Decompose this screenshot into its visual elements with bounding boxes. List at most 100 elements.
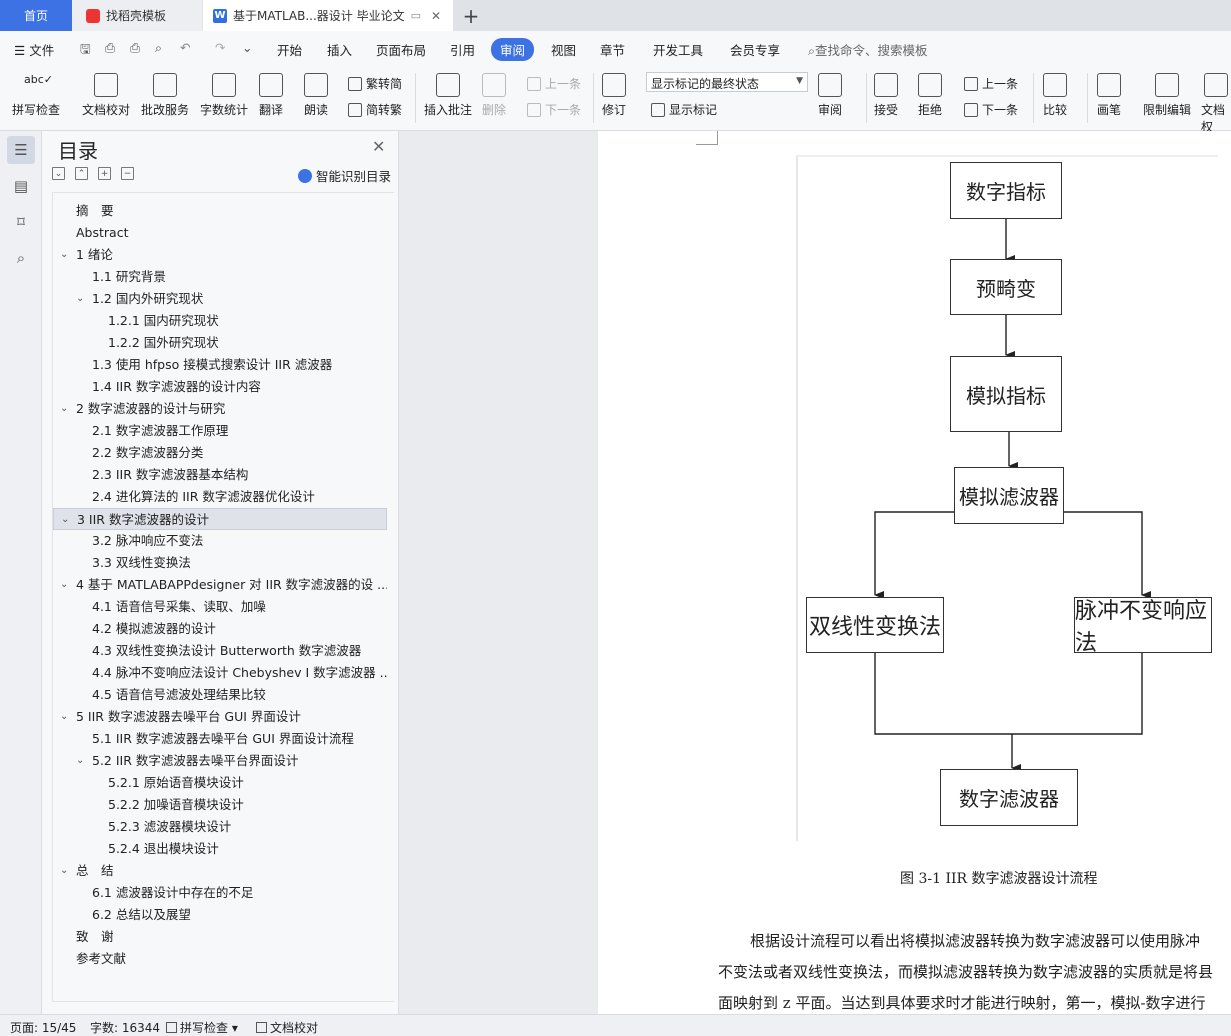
toc-item[interactable]: 3.2 脉冲响应不变法 <box>53 530 387 552</box>
save-icon[interactable]: 🖫 <box>80 40 91 61</box>
toc-item[interactable]: ⌄ 5.2 IIR 数字滤波器去噪平台界面设计 <box>53 750 387 772</box>
chevron-down-icon[interactable]: ⌄ <box>61 509 69 529</box>
pen-button[interactable]: 画笔 <box>1097 73 1121 118</box>
toc-item[interactable]: 致 谢 <box>53 926 387 948</box>
read-aloud-button[interactable]: 朗读 <box>304 73 328 118</box>
chevron-down-icon[interactable]: ⌄ <box>76 288 84 310</box>
reject-button[interactable]: 拒绝 <box>918 73 942 118</box>
toc-item[interactable]: 4.2 模拟滤波器的设计 <box>53 618 387 640</box>
toc-item[interactable]: 5.2.2 加噪语音模块设计 <box>53 794 387 816</box>
toc-item[interactable]: 2.3 IIR 数字滤波器基本结构 <box>53 464 387 486</box>
review-pane-button[interactable]: 审阅 <box>818 73 842 118</box>
toc-item[interactable]: 1.2.2 国外研究现状 <box>53 332 387 354</box>
expand-down-icon[interactable]: ⌄ <box>52 167 65 180</box>
toc-item[interactable]: 5.2.4 退出模块设计 <box>53 838 387 860</box>
toc-item[interactable]: 4.5 语音信号滤波处理结果比较 <box>53 684 387 706</box>
show-marks-button[interactable]: 显示标记 <box>651 101 717 118</box>
doc-proof-button[interactable]: 文档校对 <box>82 73 130 118</box>
new-tab-button[interactable]: + <box>458 0 484 31</box>
toc-item[interactable]: 2.1 数字滤波器工作原理 <box>53 420 387 442</box>
command-search[interactable]: ⌕查找命令、搜索模板 <box>808 40 928 59</box>
tab-templates[interactable]: 找稻壳模板 <box>72 0 202 31</box>
toc-item[interactable]: Abstract <box>53 222 387 244</box>
compare-button[interactable]: 比较 <box>1043 73 1067 118</box>
expand-all-icon[interactable]: + <box>98 167 111 180</box>
page-indicator[interactable]: 页面: 15/45 <box>10 1019 76 1036</box>
toc-item[interactable]: ⌄ 总 结 <box>53 860 387 882</box>
close-icon[interactable]: ✕ <box>372 137 385 156</box>
export-icon[interactable]: ⎙ <box>105 40 115 56</box>
menu-start[interactable]: 开始 <box>277 40 302 59</box>
toc-item[interactable]: 6.1 滤波器设计中存在的不足 <box>53 882 387 904</box>
word-count-status[interactable]: 字数: 16344 <box>90 1019 160 1036</box>
toc-item[interactable]: 1.2.1 国内研究现状 <box>53 310 387 332</box>
doc-permission-button[interactable]: 文档权 <box>1201 73 1231 135</box>
toc-item[interactable]: 参考文献 <box>53 948 387 970</box>
toc-item[interactable]: ⌄ 1.2 国内外研究现状 <box>53 288 387 310</box>
undo-icon[interactable]: ↶ <box>180 40 190 55</box>
batch-service-button[interactable]: 批改服务 <box>141 73 189 118</box>
toc-item[interactable]: 6.2 总结以及展望 <box>53 904 387 926</box>
toc-item[interactable]: 4.4 脉冲不变响应法设计 Chebyshev I 数字滤波器 ... <box>53 662 387 684</box>
toc-item[interactable]: ⌄ 2 数字滤波器的设计与研究 <box>53 398 387 420</box>
toc-item[interactable]: 1.4 IIR 数字滤波器的设计内容 <box>53 376 387 398</box>
insert-comment-button[interactable]: 插入批注 <box>424 73 472 118</box>
menu-devtools[interactable]: 开发工具 <box>653 40 703 59</box>
delete-comment-button[interactable]: 删除 <box>482 73 506 118</box>
bookmark-icon[interactable]: ⌑ <box>10 211 32 233</box>
chevron-down-icon[interactable]: ⌄ <box>60 244 68 266</box>
toc-item[interactable]: 摘 要 <box>53 200 387 222</box>
spell-check-button[interactable]: abc✓ 拼写检查 <box>12 73 60 118</box>
toc-item[interactable]: ⌄ 1 绪论 <box>53 244 387 266</box>
toc-item[interactable]: ⌄ 3 IIR 数字滤波器的设计 <box>53 508 387 530</box>
collapse-up-icon[interactable]: ⌃ <box>75 167 88 180</box>
menu-references[interactable]: 引用 <box>450 40 475 59</box>
translate-button[interactable]: 翻译 <box>259 73 283 118</box>
toc-item[interactable]: 4.3 双线性变换法设计 Butterworth 数字滤波器 <box>53 640 387 662</box>
doc-proof-status[interactable]: 文档校对 <box>256 1019 318 1036</box>
print-icon[interactable]: ⎙ <box>130 40 140 56</box>
tab-home[interactable]: 首页 <box>0 0 72 31</box>
chevron-down-icon[interactable]: ⌄ <box>76 750 84 772</box>
accept-button[interactable]: 接受 <box>874 73 898 118</box>
to-simplified-button[interactable]: 简转繁 <box>348 101 402 118</box>
smart-toc-button[interactable]: 智能识别目录 <box>298 166 391 185</box>
find-icon[interactable]: ⌕ <box>10 247 32 269</box>
toc-item[interactable]: ⌄ 4 基于 MATLABAPPdesigner 对 IIR 数字滤波器的设 ..… <box>53 574 387 596</box>
prev-change-button[interactable]: 上一条 <box>964 75 1018 92</box>
word-count-button[interactable]: 字数统计 <box>200 73 248 118</box>
toc-item[interactable]: 5.2.3 滤波器模块设计 <box>53 816 387 838</box>
tab-document[interactable]: W 基于MATLAB...器设计 毕业论文 ▭ ✕ <box>203 0 453 31</box>
next-comment-button[interactable]: 下一条 <box>527 101 581 118</box>
prev-comment-button[interactable]: 上一条 <box>527 75 581 92</box>
chapter-nav-icon[interactable]: ▤ <box>10 175 32 197</box>
menu-layout[interactable]: 页面布局 <box>376 40 426 59</box>
toc-item[interactable]: 3.3 双线性变换法 <box>53 552 387 574</box>
chevron-down-icon[interactable]: ⌄ <box>60 398 68 420</box>
menu-view[interactable]: 视图 <box>551 40 576 59</box>
toc-item[interactable]: 2.4 进化算法的 IIR 数字滤波器优化设计 <box>53 486 387 508</box>
close-tab-icon[interactable]: ✕ <box>431 9 441 23</box>
screen-icon[interactable]: ▭ <box>411 9 421 22</box>
more-icon[interactable]: ⌄ <box>242 40 252 55</box>
menu-member[interactable]: 会员专享 <box>730 40 780 59</box>
chevron-down-icon[interactable]: ⌄ <box>60 574 68 596</box>
to-traditional-button[interactable]: 繁转简 <box>348 75 402 92</box>
revise-button[interactable]: 修订 <box>602 73 626 118</box>
restrict-edit-button[interactable]: 限制编辑 <box>1143 73 1191 118</box>
toc-item[interactable]: 1.3 使用 hfpso 接模式搜索设计 IIR 滤波器 <box>53 354 387 376</box>
preview-icon[interactable]: ⌕ <box>155 40 162 56</box>
menu-insert[interactable]: 插入 <box>327 40 352 59</box>
toc-item[interactable]: 2.2 数字滤波器分类 <box>53 442 387 464</box>
menu-review[interactable]: 审阅 <box>491 38 535 61</box>
file-menu[interactable]: ☰ 文件 <box>14 40 54 59</box>
redo-icon[interactable]: ↷ <box>215 40 225 55</box>
display-state-select[interactable]: 显示标记的最终状态 ▼ <box>646 72 808 92</box>
toc-item[interactable]: 5.2.1 原始语音模块设计 <box>53 772 387 794</box>
toc-item[interactable]: 5.1 IIR 数字滤波器去噪平台 GUI 界面设计流程 <box>53 728 387 750</box>
next-change-button[interactable]: 下一条 <box>964 101 1018 118</box>
toc-panel-icon[interactable]: ☰ <box>7 136 35 164</box>
spell-check-status[interactable]: 拼写检查 ▾ <box>166 1019 238 1036</box>
chevron-down-icon[interactable]: ⌄ <box>60 706 68 728</box>
toc-item[interactable]: ⌄ 5 IIR 数字滤波器去噪平台 GUI 界面设计 <box>53 706 387 728</box>
